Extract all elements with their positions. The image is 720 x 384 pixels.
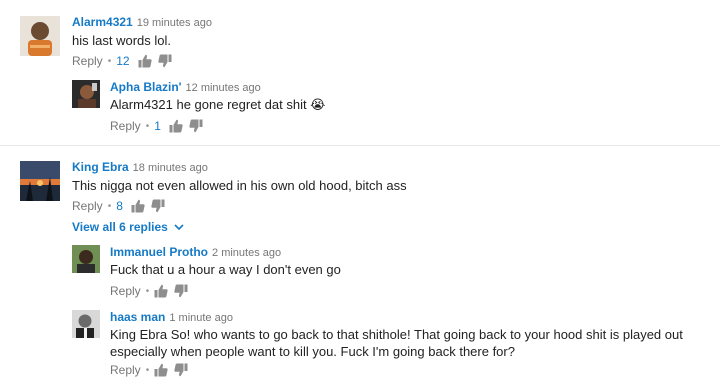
thumbs-up-icon[interactable] [138,54,152,68]
separator-dot: • [145,120,150,132]
thumbs-up-icon[interactable] [169,119,183,133]
view-all-replies-link[interactable]: View all 6 replies [72,220,184,234]
chevron-down-icon [174,224,184,231]
reply-timestamp[interactable]: 12 minutes ago [186,82,261,94]
thumbs-up-icon[interactable] [154,284,168,298]
thumbs-up-icon[interactable] [131,199,145,213]
reply-actions: Reply • 1 [110,118,209,134]
reply-actions: Reply • [110,362,194,378]
avatar[interactable] [72,245,100,273]
thumbs-down-icon[interactable] [157,54,172,68]
avatar[interactable] [20,161,60,201]
thumbs-up-icon[interactable] [154,363,168,377]
comment-author[interactable]: Alarm4321 19 minutes ago [72,15,212,29]
reply-text: Fuck that u a hour a way I don't even go [110,262,341,277]
separator-dot: • [145,285,150,297]
separator-dot: • [145,364,150,376]
reply-actions: Reply • [110,283,194,299]
reply-author[interactable]: Apha Blazin' 12 minutes ago [110,80,261,94]
reply-button[interactable]: Reply [72,199,103,213]
reply-button[interactable]: Reply [110,363,141,377]
like-count: 8 [116,199,123,213]
reply-timestamp[interactable]: 1 minute ago [169,312,233,324]
reply-text: Alarm4321 he gone regret dat shit 😭 [110,97,326,112]
avatar[interactable] [72,310,100,338]
comment-timestamp[interactable]: 19 minutes ago [137,17,212,29]
thumbs-down-icon[interactable] [174,363,188,377]
thumbs-down-icon[interactable] [189,119,203,133]
comment-author[interactable]: King Ebra 18 minutes ago [72,160,208,174]
reply-button[interactable]: Reply [110,119,141,133]
reply-timestamp[interactable]: 2 minutes ago [212,247,281,259]
like-count: 1 [154,119,161,133]
comment-text: his last words lol. [72,33,171,48]
thumbs-down-icon[interactable] [174,284,188,298]
thread-divider [0,145,720,146]
separator-dot: • [107,200,112,212]
reply-button[interactable]: Reply [72,54,103,68]
reply-author[interactable]: Immanuel Protho 2 minutes ago [110,245,281,259]
reply-text: King Ebra So! who wants to go back to th… [110,327,683,359]
avatar[interactable] [72,80,100,108]
separator-dot: • [107,55,112,67]
comment-text: This nigga not even allowed in his own o… [72,178,407,193]
like-count: 12 [116,54,130,68]
comment-timestamp[interactable]: 18 minutes ago [133,162,208,174]
avatar[interactable] [20,16,60,56]
reply-author[interactable]: haas man 1 minute ago [110,310,233,324]
thumbs-down-icon[interactable] [151,199,165,213]
comment-actions: Reply • 12 [72,53,178,69]
comment-actions: Reply • 8 [72,198,171,214]
reply-button[interactable]: Reply [110,284,141,298]
